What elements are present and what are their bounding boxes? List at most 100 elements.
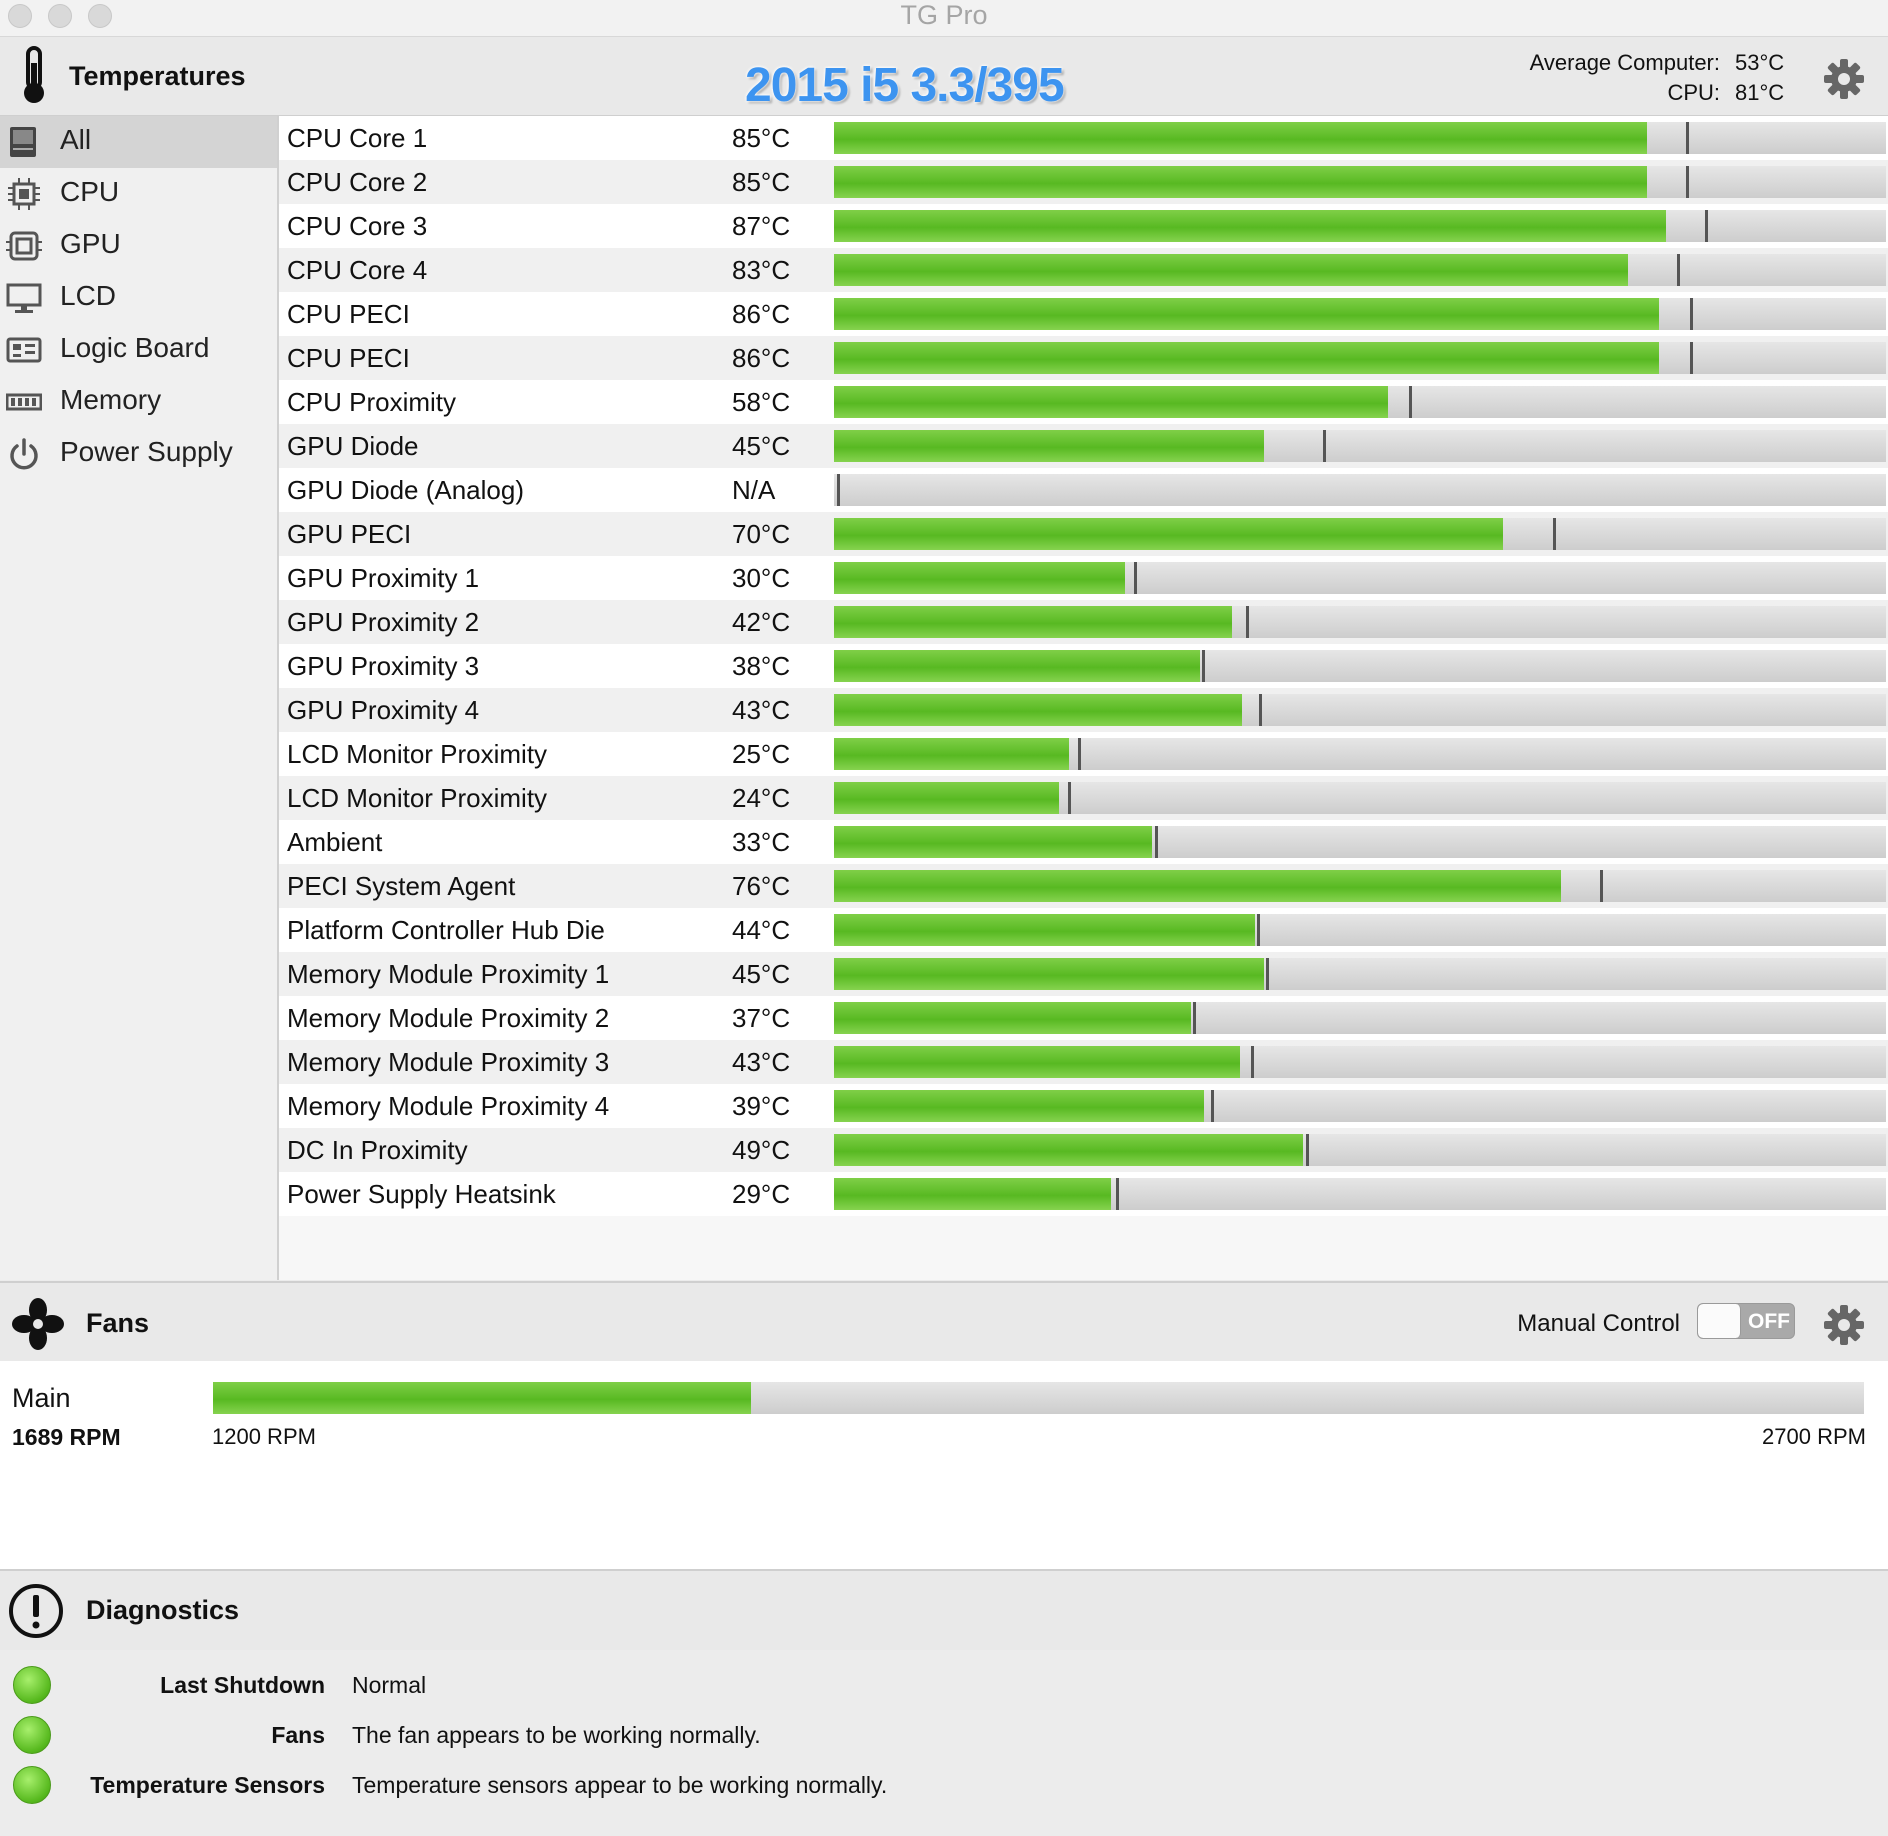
sensor-name: Memory Module Proximity 4: [287, 1091, 610, 1121]
sensor-max-marker: [1409, 386, 1412, 418]
sensor-bar-fill: [834, 166, 1647, 198]
sidebar-item-gpu[interactable]: GPU: [0, 220, 277, 272]
sensor-value: 70°C: [732, 519, 791, 549]
fans-gear-icon[interactable]: [1822, 1303, 1866, 1347]
sensor-max-marker: [1193, 1002, 1196, 1034]
sensor-max-marker: [1251, 1046, 1254, 1078]
sensor-name: Power Supply Heatsink: [287, 1179, 556, 1209]
sensor-bar-fill: [834, 1090, 1204, 1122]
sensor-value: 58°C: [732, 387, 791, 417]
average-computer-label: Average Computer:: [1529, 50, 1720, 75]
sensor-bar-fill: [834, 738, 1069, 770]
sidebar-item-power-supply[interactable]: Power Supply: [0, 428, 277, 480]
logic-board-icon: [6, 334, 42, 366]
sensor-max-marker: [1705, 210, 1708, 242]
sensor-row[interactable]: Memory Module Proximity 2 37°C: [279, 996, 1888, 1040]
sensor-row[interactable]: Ambient 33°C: [279, 820, 1888, 864]
sensor-temperature-bar: [834, 430, 1886, 462]
sensor-row[interactable]: Memory Module Proximity 1 45°C: [279, 952, 1888, 996]
sensor-value: 76°C: [732, 871, 791, 901]
sensor-name: GPU Diode: [287, 431, 419, 461]
sensor-temperature-bar: [834, 826, 1886, 858]
sensor-row[interactable]: CPU PECI 86°C: [279, 292, 1888, 336]
sensor-name: CPU Core 3: [287, 211, 428, 241]
sensor-bar-fill: [834, 1046, 1240, 1078]
sensor-row[interactable]: GPU PECI 70°C: [279, 512, 1888, 556]
sensor-temperature-bar: [834, 474, 1886, 506]
sensor-row[interactable]: CPU PECI 86°C: [279, 336, 1888, 380]
sensor-temperature-bar: [834, 342, 1886, 374]
sensor-max-marker: [1553, 518, 1556, 550]
sensor-value: 85°C: [732, 167, 791, 197]
sensor-row[interactable]: LCD Monitor Proximity 25°C: [279, 732, 1888, 776]
sensor-value: 30°C: [732, 563, 791, 593]
sensor-max-marker: [1306, 1134, 1309, 1166]
sensor-max-marker: [1211, 1090, 1214, 1122]
manual-control-label: Manual Control: [1517, 1310, 1680, 1337]
sensor-bar-fill: [834, 518, 1503, 550]
sidebar-item-memory[interactable]: Memory: [0, 376, 277, 428]
sidebar-item-label: Memory: [60, 384, 162, 415]
sensor-row[interactable]: GPU Diode (Analog) N/A: [279, 468, 1888, 512]
thermometer-icon: [24, 46, 44, 103]
sensor-temperature-bar: [834, 298, 1886, 330]
sensor-temperature-bar: [834, 782, 1886, 814]
sensor-row[interactable]: CPU Core 1 85°C: [279, 116, 1888, 160]
sensor-row[interactable]: Memory Module Proximity 3 43°C: [279, 1040, 1888, 1084]
sensor-value: 87°C: [732, 211, 791, 241]
sensor-row[interactable]: DC In Proximity 49°C: [279, 1128, 1888, 1172]
sensor-value: 86°C: [732, 343, 791, 373]
sidebar-item-all[interactable]: All: [0, 116, 277, 168]
sensor-row[interactable]: GPU Proximity 4 43°C: [279, 688, 1888, 732]
cpu-average-value: 81°C: [1735, 80, 1785, 105]
sensor-name: GPU Proximity 1: [287, 563, 480, 593]
fans-header: Fans Manual Control: [0, 1281, 1888, 1363]
sidebar-item-cpu[interactable]: CPU: [0, 168, 277, 220]
sensor-value: 49°C: [732, 1135, 791, 1165]
sensor-value: 24°C: [732, 783, 791, 813]
average-computer-value: 53°C: [1735, 50, 1785, 75]
sensor-name: CPU Core 1: [287, 123, 428, 153]
sensor-row[interactable]: GPU Diode 45°C: [279, 424, 1888, 468]
fan-speed-fill: [213, 1382, 751, 1414]
fan-min-rpm: 1200 RPM: [212, 1424, 316, 1449]
sensor-row[interactable]: LCD Monitor Proximity 24°C: [279, 776, 1888, 820]
sensor-bar-fill: [834, 650, 1200, 682]
gpu-chip-icon: [6, 230, 42, 262]
sensor-row[interactable]: CPU Core 2 85°C: [279, 160, 1888, 204]
sidebar-item-label: CPU: [60, 176, 120, 207]
sensor-row[interactable]: CPU Proximity 58°C: [279, 380, 1888, 424]
sensor-temperature-bar: [834, 210, 1886, 242]
fan-current-rpm: 1689 RPM: [12, 1424, 121, 1450]
sensor-name: PECI System Agent: [287, 871, 516, 901]
exclamation-circle-icon: [9, 1584, 63, 1638]
sensor-row[interactable]: PECI System Agent 76°C: [279, 864, 1888, 908]
sensor-temperature-bar: [834, 254, 1886, 286]
sensor-max-marker: [1686, 166, 1689, 198]
sidebar-item-lcd[interactable]: LCD: [0, 272, 277, 324]
sensor-name: CPU PECI: [287, 343, 410, 373]
sensor-value: 39°C: [732, 1091, 791, 1121]
sidebar-item-logic-board[interactable]: Logic Board: [0, 324, 277, 376]
sensor-temperature-bar: [834, 914, 1886, 946]
diagnostic-text: The fan appears to be working normally.: [352, 1722, 761, 1748]
sensor-bar-fill: [834, 694, 1242, 726]
sensor-bar-fill: [834, 606, 1232, 638]
sensor-row[interactable]: GPU Proximity 2 42°C: [279, 600, 1888, 644]
manual-control-toggle[interactable]: OFF: [1697, 1303, 1795, 1339]
sensor-row[interactable]: GPU Proximity 3 38°C: [279, 644, 1888, 688]
sensor-row[interactable]: CPU Core 4 83°C: [279, 248, 1888, 292]
sensor-row[interactable]: Power Supply Heatsink 29°C: [279, 1172, 1888, 1216]
sensor-bar-fill: [834, 254, 1628, 286]
sensor-max-marker: [837, 474, 840, 506]
sensor-row[interactable]: GPU Proximity 1 30°C: [279, 556, 1888, 600]
sensor-row[interactable]: CPU Core 3 87°C: [279, 204, 1888, 248]
sensor-value: 37°C: [732, 1003, 791, 1033]
sensor-bar-fill: [834, 122, 1647, 154]
sensor-row[interactable]: Platform Controller Hub Die 44°C: [279, 908, 1888, 952]
sensor-value: 83°C: [732, 255, 791, 285]
memory-icon: [5, 386, 43, 418]
sensor-temperature-bar: [834, 386, 1886, 418]
sensor-row[interactable]: Memory Module Proximity 4 39°C: [279, 1084, 1888, 1128]
temperatures-gear-icon[interactable]: [1822, 57, 1866, 101]
